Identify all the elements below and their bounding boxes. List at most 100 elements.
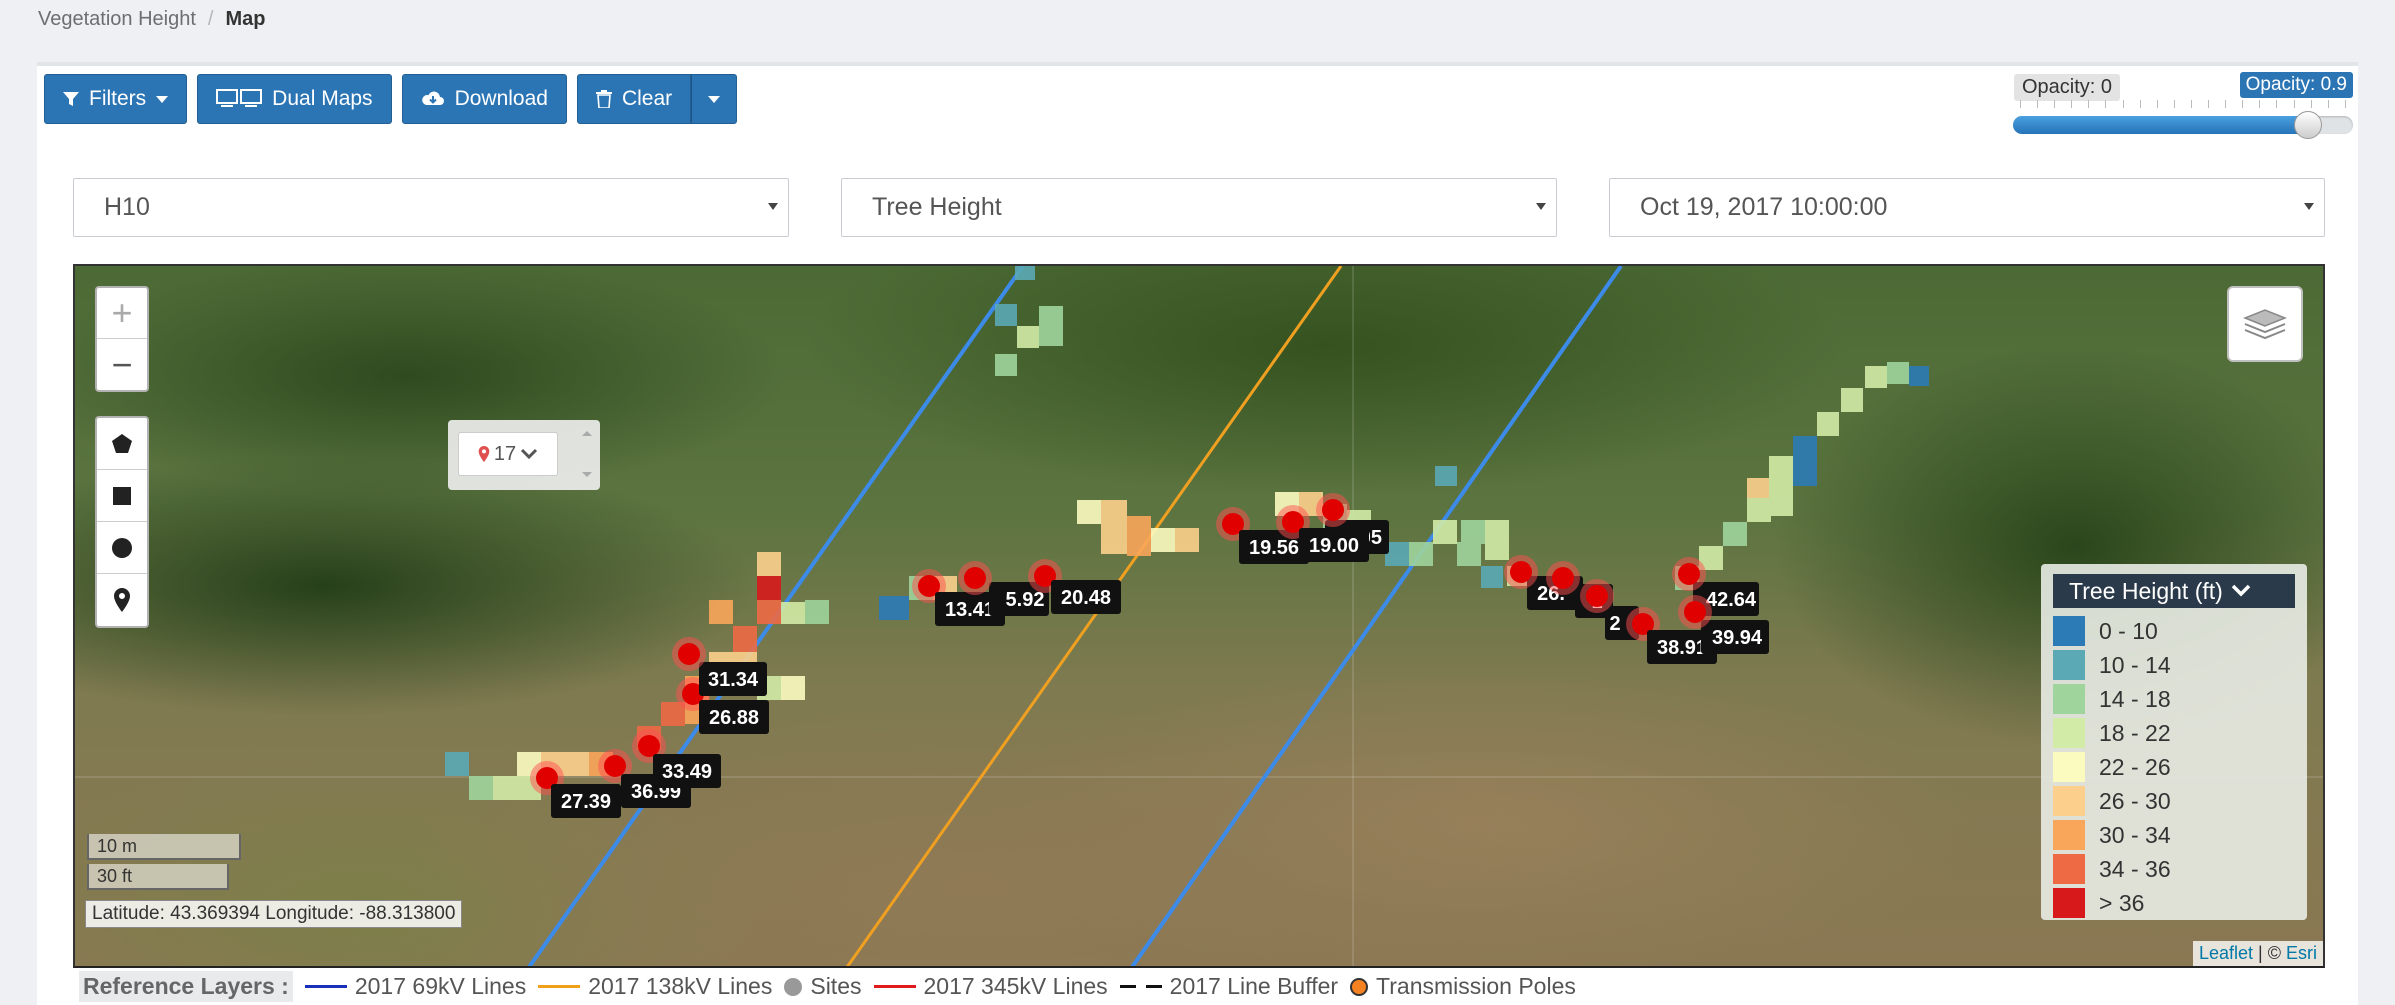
clear-button-group: Clear — [576, 74, 738, 124]
dual-maps-label: Dual Maps — [272, 87, 373, 110]
marker-count-value: 17 — [493, 442, 517, 465]
chevron-down-icon — [2231, 584, 2251, 597]
clear-button[interactable]: Clear — [576, 74, 692, 124]
leaflet-link[interactable]: Leaflet — [2199, 943, 2253, 963]
draw-rectangle-button[interactable] — [97, 470, 147, 522]
ref-layer-69kv[interactable]: 2017 69kV Lines — [304, 973, 526, 1000]
line-swatch — [538, 985, 581, 988]
scale-bar: 10 m 30 ft — [87, 834, 241, 894]
tree-marker-label: 39.94 — [1712, 627, 1763, 649]
breadcrumb-parent[interactable]: Vegetation Height — [38, 8, 196, 31]
tree-height-legend: Tree Height (ft) 0 - 10 10 - 14 14 - 18 … — [2041, 564, 2307, 920]
pentagon-icon — [112, 433, 132, 453]
ref-layer-transmission-poles[interactable]: Transmission Poles — [1350, 973, 1576, 1000]
zoom-in-button[interactable]: + — [97, 288, 147, 339]
attribution-separator: | © — [2258, 943, 2281, 963]
chevron-down-icon[interactable] — [580, 470, 594, 480]
filters-label: Filters — [89, 87, 147, 110]
tree-marker-label: 19.56 — [1249, 537, 1299, 559]
layers-button[interactable] — [2227, 286, 2303, 362]
legend-item: 22 - 26 — [2053, 752, 2171, 782]
toolbar: Filters Dual Maps Download Clear — [44, 74, 738, 124]
legend-label: 30 - 34 — [2099, 821, 2171, 848]
ref-layer-line-buffer[interactable]: 2017 Line Buffer — [1119, 973, 1338, 1000]
ref-layer-label: 2017 138kV Lines — [588, 973, 773, 999]
draw-circle-button[interactable] — [97, 522, 147, 574]
dual-maps-button[interactable]: Dual Maps — [197, 74, 392, 124]
legend-label: 0 - 10 — [2099, 617, 2158, 644]
line-138kv[interactable] — [845, 266, 1343, 968]
ref-layer-345kv[interactable]: 2017 345kV Lines — [873, 973, 1108, 1000]
line-69kv-east[interactable] — [1130, 266, 1623, 968]
filters-button[interactable]: Filters — [44, 74, 188, 124]
legend-label: 26 - 30 — [2099, 787, 2171, 814]
marker-count-dropdown[interactable]: 17 — [458, 432, 558, 476]
tree-marker-label: 33.49 — [662, 761, 712, 783]
date-select[interactable]: Oct 19, 2017 10:00:00 — [1609, 178, 2325, 237]
legend-label: 22 - 26 — [2099, 753, 2171, 780]
tree-marker-label: 26.88 — [709, 707, 759, 729]
circle-icon — [112, 537, 132, 558]
site-select-value: H10 — [104, 193, 150, 221]
ref-layer-label: Transmission Poles — [1376, 973, 1576, 999]
tree-marker-label: 19.00 — [1309, 535, 1359, 557]
tree-marker-label: 5.92 — [1006, 589, 1045, 611]
legend-title: Tree Height (ft) — [2069, 577, 2223, 604]
legend-item: 0 - 10 — [2053, 616, 2158, 646]
tree-marker-label: 38.91 — [1657, 637, 1707, 659]
breadcrumb-current: Map — [225, 8, 266, 30]
tree-marker-label: 27.39 — [561, 791, 611, 813]
legend-header[interactable]: Tree Height (ft) — [2053, 574, 2295, 608]
opacity-fill — [2013, 116, 2308, 134]
legend-label: 14 - 18 — [2099, 685, 2171, 712]
draw-marker-button[interactable] — [97, 574, 147, 626]
legend-item: > 36 — [2053, 888, 2144, 918]
ref-layer-label: 2017 345kV Lines — [923, 973, 1108, 999]
date-select-value: Oct 19, 2017 10:00:00 — [1640, 193, 1888, 221]
opacity-slider: Opacity: 0 Opacity: 0.9 — [2010, 72, 2355, 142]
legend-label: > 36 — [2099, 889, 2145, 916]
clear-label: Clear — [621, 87, 673, 110]
line-swatch — [304, 985, 347, 988]
opacity-track[interactable] — [2013, 111, 2353, 139]
coordinate-readout: Latitude: 43.369394 Longitude: -88.31380… — [85, 900, 463, 928]
opacity-handle[interactable] — [2293, 111, 2322, 139]
breadcrumb: Vegetation Height / Map — [38, 8, 265, 31]
filter-icon — [63, 92, 79, 106]
ref-layer-138kv[interactable]: 2017 138kV Lines — [538, 973, 772, 1000]
map-view[interactable]: 27.39 36.99 33.49 26.88 31.34 13.41 5.92… — [73, 264, 2325, 968]
tree-marker-label: 42.64 — [1706, 589, 1757, 611]
line-swatch — [873, 985, 916, 988]
chevron-up-icon[interactable] — [580, 428, 594, 438]
legend-swatch — [2053, 718, 2085, 748]
legend-swatch — [2053, 616, 2085, 646]
legend-swatch — [2053, 854, 2085, 884]
chevron-down-icon — [521, 448, 538, 460]
zoom-control: + − — [95, 286, 149, 392]
reference-layers-bar: Reference Layers : 2017 69kV Lines 2017 … — [73, 968, 2325, 1005]
site-select[interactable]: H10 — [73, 178, 789, 237]
ref-layer-sites[interactable]: Sites — [784, 973, 862, 1000]
map-attribution: Leaflet | © Esri — [2192, 941, 2323, 966]
reference-layers-title: Reference Layers : — [79, 971, 293, 1002]
clear-dropdown-toggle[interactable] — [691, 74, 738, 124]
layer-select[interactable]: Tree Height — [841, 178, 1557, 237]
tree-marker[interactable]: 26. 1 2 — [1504, 555, 1639, 640]
dual-monitor-icon — [216, 89, 263, 107]
marker-count-spinner[interactable] — [580, 428, 594, 480]
download-button[interactable]: Download — [401, 74, 567, 124]
chevron-down-icon — [1536, 203, 1546, 210]
map-overlay: 27.39 36.99 33.49 26.88 31.34 13.41 5.92… — [75, 266, 2323, 968]
chevron-down-icon — [768, 203, 778, 210]
chevron-down-icon — [2304, 203, 2314, 210]
draw-polygon-button[interactable] — [97, 418, 147, 470]
breadcrumb-separator: / — [207, 8, 214, 30]
legend-swatch — [2053, 684, 2085, 714]
legend-item: 18 - 22 — [2053, 718, 2171, 748]
layer-select-value: Tree Height — [872, 193, 1002, 221]
legend-item: 26 - 30 — [2053, 786, 2171, 816]
legend-item: 30 - 34 — [2053, 820, 2171, 850]
zoom-out-button[interactable]: − — [97, 339, 147, 390]
esri-link[interactable]: Esri — [2286, 943, 2317, 963]
legend-swatch — [2053, 752, 2085, 782]
